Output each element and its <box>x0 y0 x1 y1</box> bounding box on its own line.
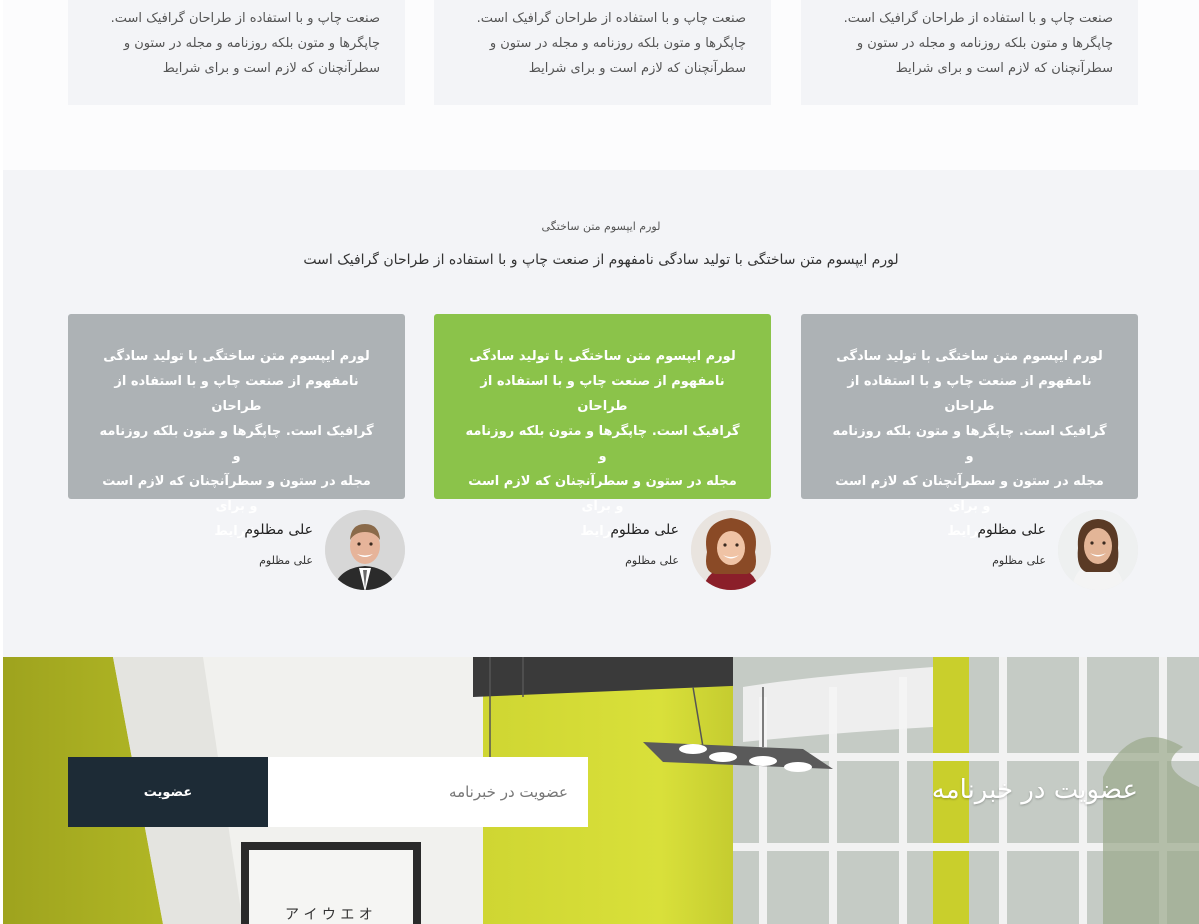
feature-card-line: صنعت چاپ و با استفاده از طراحان گرافیک ا… <box>476 11 746 26</box>
testimonial-quote: لورم ایپسوم متن ساختگی با تولید سادگی نا… <box>801 314 1138 539</box>
testimonial-author: علی مظلوم علی مظلوم <box>434 510 771 592</box>
quote-line: گرافیک است. چاپگرها و متون بلکه روزنامه … <box>832 424 1107 464</box>
author-name: علی مظلوم <box>977 522 1046 538</box>
feature-card-line: سطرآنچنان که لازم است و برای شرایط <box>162 61 380 76</box>
svg-text:ア イ ウ エ オ: ア イ ウ エ オ <box>285 907 373 923</box>
features-section: صنعت چاپ و با استفاده از طراحان گرافیک ا… <box>3 0 1199 170</box>
woman-curly-avatar <box>691 510 771 590</box>
section-title: لورم ایپسوم متن ساختگی با تولید سادگی نا… <box>303 252 899 268</box>
author-name: علی مظلوم <box>244 522 313 538</box>
testimonials-section: لورم ایپسوم متن ساختگی لورم ایپسوم متن س… <box>3 170 1199 657</box>
subscribe-button[interactable]: عضویت <box>68 757 268 827</box>
newsletter-title: عضویت در خبرنامه <box>931 775 1138 805</box>
newsletter-section: ア イ ウ エ オ عضویت در خبرنامه عضویت <box>3 657 1199 924</box>
quote-line: لورم ایپسوم متن ساختگی با تولید سادگی <box>103 349 370 364</box>
feature-card: صنعت چاپ و با استفاده از طراحان گرافیک ا… <box>68 0 405 105</box>
quote-line: گرافیک است. چاپگرها و متون بلکه روزنامه … <box>465 424 740 464</box>
newsletter-email-input[interactable] <box>268 757 588 827</box>
woman-avatar <box>1058 510 1138 590</box>
feature-card-line: صنعت چاپ و با استفاده از طراحان گرافیک ا… <box>843 11 1113 26</box>
feature-card-line: چاپگرها و متون بلکه روزنامه و مجله در ست… <box>123 36 380 51</box>
author-role: علی مظلوم <box>625 554 679 567</box>
testimonial-quote: لورم ایپسوم متن ساختگی با تولید سادگی نا… <box>68 314 405 539</box>
author-role: علی مظلوم <box>992 554 1046 567</box>
quote-line: لورم ایپسوم متن ساختگی با تولید سادگی <box>469 349 736 364</box>
testimonial-quote-active: لورم ایپسوم متن ساختگی با تولید سادگی نا… <box>434 314 771 539</box>
newsletter-form: عضویت <box>68 757 588 827</box>
author-role: علی مظلوم <box>259 554 313 567</box>
feature-card-line: سطرآنچنان که لازم است و برای شرایط <box>528 61 746 76</box>
feature-card-line: سطرآنچنان که لازم است و برای شرایط <box>895 61 1113 76</box>
quote-line: نامفهوم از صنعت چاپ و با استفاده از طراح… <box>114 374 359 414</box>
quote-line: گرافیک است. چاپگرها و متون بلکه روزنامه … <box>99 424 374 464</box>
quote-line: نامفهوم از صنعت چاپ و با استفاده از طراح… <box>480 374 725 414</box>
feature-card-line: چاپگرها و متون بلکه روزنامه و مجله در ست… <box>856 36 1113 51</box>
feature-card-line: چاپگرها و متون بلکه روزنامه و مجله در ست… <box>489 36 746 51</box>
section-kicker: لورم ایپسوم متن ساختگی <box>541 220 661 233</box>
testimonial-author: علی مظلوم علی مظلوم <box>801 510 1138 592</box>
feature-card: صنعت چاپ و با استفاده از طراحان گرافیک ا… <box>801 0 1138 105</box>
quote-line: لورم ایپسوم متن ساختگی با تولید سادگی <box>836 349 1103 364</box>
feature-card-line: صنعت چاپ و با استفاده از طراحان گرافیک ا… <box>110 11 380 26</box>
quote-line: نامفهوم از صنعت چاپ و با استفاده از طراح… <box>847 374 1092 414</box>
feature-card: صنعت چاپ و با استفاده از طراحان گرافیک ا… <box>434 0 771 105</box>
man-avatar <box>325 510 405 590</box>
testimonial-author: علی مظلوم علی مظلوم <box>68 510 405 592</box>
author-name: علی مظلوم <box>610 522 679 538</box>
